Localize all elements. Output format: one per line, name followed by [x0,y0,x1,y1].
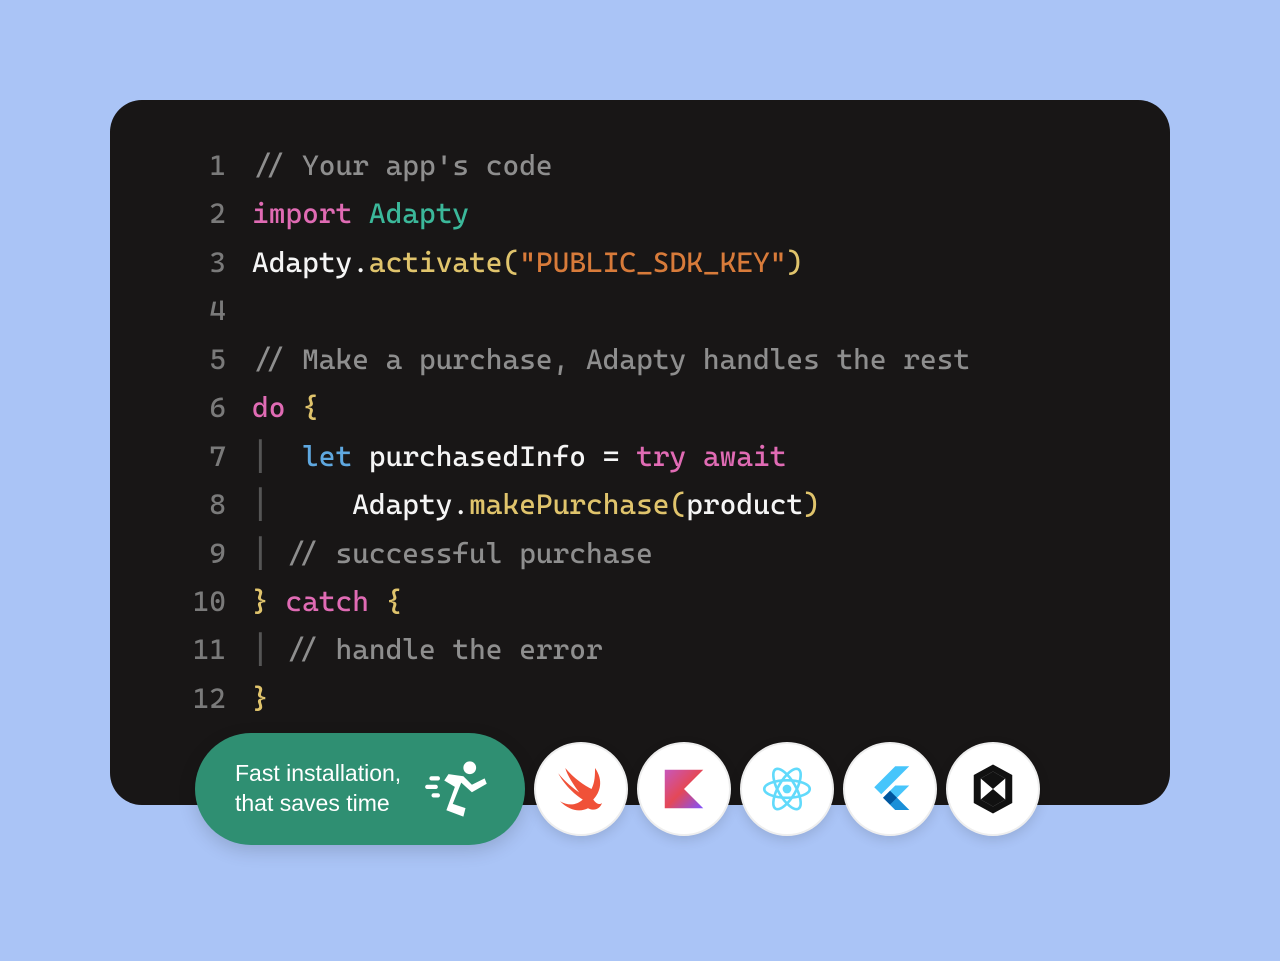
code-content: do { [252,384,319,432]
code-token [686,440,703,473]
line-number: 1 [140,142,226,190]
code-token: . [352,246,369,279]
code-token [352,197,369,230]
line-number: 8 [140,481,226,529]
code-content: } catch { [252,578,402,626]
code-token: // handle the error [269,633,603,666]
code-token: activate [369,246,503,279]
code-token [369,585,386,618]
fast-install-badge: Fast installation, that saves time [195,733,525,845]
code-line: 4 [140,287,1140,335]
code-content: │ let purchasedInfo = try await [252,433,786,481]
code-line: 8 │ Adapty.makePurchase(product) [140,481,1140,529]
code-token: // Make a purchase, Adapty handles the r… [252,343,970,376]
line-number: 10 [140,578,226,626]
bottom-row: Fast installation, that saves time [195,733,1040,845]
code-token: ( [670,488,687,521]
code-line: 6 do { [140,384,1140,432]
badge-text: Fast installation, that saves time [235,759,401,819]
code-content: import Adapty [252,190,469,238]
code-token: product [686,488,803,521]
code-line: 2 import Adapty [140,190,1140,238]
code-token: │ [252,488,352,521]
code-content: │ // handle the error [252,626,603,674]
line-number: 9 [140,530,226,578]
code-token: │ [252,633,269,666]
code-token: ) [803,488,820,521]
code-token: { [386,585,403,618]
code-content: │ // successful purchase [252,530,653,578]
code-line: 5 // Make a purchase, Adapty handles the … [140,336,1140,384]
code-line: 10} catch { [140,578,1140,626]
sdk-react-icon[interactable] [740,742,834,836]
code-token: import [252,197,352,230]
badge-line2: that saves time [235,789,401,819]
sdk-kotlin-icon[interactable] [637,742,731,836]
sdk-swift-icon[interactable] [534,742,628,836]
line-number: 6 [140,384,226,432]
code-line: 3 Adapty.activate("PUBLIC_SDK_KEY") [140,239,1140,287]
code-token: makePurchase [469,488,669,521]
code-content: // Your app's code [252,142,553,190]
code-token: try [636,440,686,473]
code-token [285,391,302,424]
code-content: │ Adapty.makePurchase(product) [252,481,820,529]
code-line: 7 │ let purchasedInfo = try await [140,433,1140,481]
code-token: Adapty [252,246,352,279]
code-token: Adapty [352,488,452,521]
code-token [619,440,636,473]
code-token: = [603,440,620,473]
code-line: 12} [140,675,1140,723]
line-number: 3 [140,239,226,287]
code-token: │ [252,440,302,473]
badge-line1: Fast installation, [235,759,401,789]
code-block: 1 // Your app's code 2 import Adapty 3 Adapty… [110,100,1170,805]
line-number: 2 [140,190,226,238]
code-token: let [302,440,352,473]
code-content: } [252,675,269,723]
code-token: ( [503,246,520,279]
code-token: . [452,488,469,521]
line-number: 5 [140,336,226,384]
code-token: do [252,391,285,424]
code-token: "PUBLIC_SDK_KEY" [519,246,786,279]
code-line: 9 │ // successful purchase [140,530,1140,578]
code-token [269,585,286,618]
line-number: 7 [140,433,226,481]
code-token: // successful purchase [269,537,653,570]
code-token: ) [786,246,803,279]
code-token: } [252,682,269,715]
line-number: 12 [140,675,226,723]
line-number: 4 [140,287,226,335]
code-token: catch [285,585,369,618]
code-content: Adapty.activate("PUBLIC_SDK_KEY") [252,239,803,287]
sdk-unity-icon[interactable] [946,742,1040,836]
line-number: 11 [140,626,226,674]
code-token: │ [252,537,269,570]
code-content: // Make a purchase, Adapty handles the r… [252,336,970,384]
code-token: purchasedInfo [352,440,603,473]
code-token: { [302,391,319,424]
code-token: await [703,440,787,473]
code-line: 1 // Your app's code [140,142,1140,190]
code-token: } [252,585,269,618]
sdk-flutter-icon[interactable] [843,742,937,836]
code-token: // Your app's code [252,149,553,182]
code-token: Adapty [369,197,469,230]
running-man-icon [423,755,491,823]
code-line: 11 │ // handle the error [140,626,1140,674]
